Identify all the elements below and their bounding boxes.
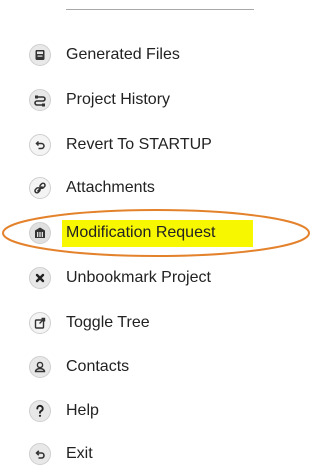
attachment-icon [28, 176, 52, 200]
menu-item-attachments[interactable]: Attachments [28, 173, 308, 203]
menu-item-label: Project History [66, 91, 171, 108]
menu-item-label: Revert To STARTUP [66, 136, 212, 153]
menu-item-project-history[interactable]: Project History [28, 85, 308, 115]
modification-request-icon [28, 221, 52, 245]
help-icon [28, 399, 52, 423]
project-history-icon [28, 88, 52, 112]
menu-item-label: Attachments [66, 179, 155, 196]
generated-files-icon [28, 43, 52, 67]
menu-item-label: Generated Files [66, 46, 180, 63]
menu-item-label: Contacts [66, 358, 130, 375]
menu-item-label: Toggle Tree [66, 314, 150, 331]
menu-item-label: Unbookmark Project [66, 269, 211, 286]
toggle-tree-icon [28, 311, 52, 335]
menu-item-revert-to-startup[interactable]: Revert To STARTUP [28, 130, 308, 160]
unbookmark-icon [28, 266, 52, 290]
contacts-icon [28, 355, 52, 379]
exit-icon [28, 442, 52, 466]
menu-item-modification-request[interactable]: Modification Request [28, 218, 308, 248]
project-actions-menu: Generated Files Project History Revert T… [0, 0, 312, 475]
menu-item-help[interactable]: Help [28, 396, 308, 426]
menu-item-unbookmark-project[interactable]: Unbookmark Project [28, 263, 308, 293]
revert-icon [28, 133, 52, 157]
menu-item-generated-files[interactable]: Generated Files [28, 40, 308, 70]
menu-item-exit[interactable]: Exit [28, 439, 308, 469]
menu-item-label: Exit [66, 445, 93, 462]
menu-item-label: Modification Request [66, 224, 216, 241]
menu-item-label: Help [66, 402, 99, 419]
menu-item-toggle-tree[interactable]: Toggle Tree [28, 308, 308, 338]
menu-item-contacts[interactable]: Contacts [28, 352, 308, 382]
